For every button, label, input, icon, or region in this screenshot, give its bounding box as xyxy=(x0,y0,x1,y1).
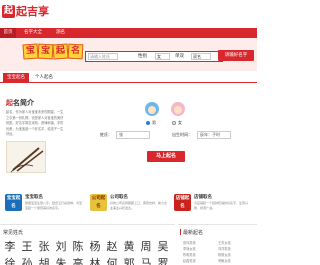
surname-field-label: 姓氏： xyxy=(100,132,112,137)
surname-link[interactable]: 徐 xyxy=(2,256,18,265)
surname-link[interactable]: 王 xyxy=(19,239,35,255)
gender-select[interactable]: 女 xyxy=(155,53,170,60)
main-nav: 首页 名字大全 测名 xyxy=(0,28,257,38)
card-title: 宝宝取名 xyxy=(25,195,43,200)
tab-bar: 宝宝起名 个人起名 xyxy=(0,71,257,83)
nav-item-home[interactable]: 首页 xyxy=(0,28,16,38)
intro-title: 起名简介 xyxy=(6,98,34,108)
hero-banner: 宝 宝 起 名 请输入姓氏 性别 女 单双 双名 请输好名字 xyxy=(0,38,257,71)
surname-link[interactable]: 周 xyxy=(138,239,154,255)
banner-tile: 宝 xyxy=(37,43,54,60)
surname-link[interactable]: 张 xyxy=(36,239,52,255)
surname-link[interactable]: 郭 xyxy=(121,256,137,265)
surname-link[interactable]: 孙 xyxy=(19,256,35,265)
latest-item[interactable]: 陈明男孩 xyxy=(183,253,196,257)
start-naming-button[interactable]: 马上起名 xyxy=(147,151,185,162)
boy-radio[interactable] xyxy=(146,121,150,125)
surname-link[interactable]: 黄 xyxy=(121,239,137,255)
feature-card-baby[interactable]: 宝宝起名 宝宝取名 根据宝宝生辰八字，结合五行喜用神，为宝宝起一个寓意美好的名字… xyxy=(3,191,86,217)
birth-field[interactable]: 辰年：子时 xyxy=(197,131,231,139)
card-desc: 根据宝宝生辰八字，结合五行喜用神，为宝宝起一个寓意美好的名字。 xyxy=(25,201,83,210)
company-naming-icon: 公司起名 xyxy=(90,194,107,211)
logo-icon[interactable]: 起 xyxy=(2,5,15,18)
intro-title-mark: 起 xyxy=(6,99,13,107)
girl-avatar-icon[interactable] xyxy=(171,102,185,116)
latest-title: 最新起名 xyxy=(183,230,204,236)
length-label: 单双 xyxy=(175,54,184,59)
banner-tile: 名 xyxy=(67,43,84,60)
boy-avatar-icon[interactable] xyxy=(145,102,159,116)
surname-link[interactable]: 胡 xyxy=(36,256,52,265)
latest-item[interactable]: 赵磊男孩 xyxy=(183,259,196,263)
nav-item-test[interactable]: 测名 xyxy=(56,28,65,38)
surname-link[interactable]: 吴 xyxy=(155,239,171,255)
surname-link[interactable]: 朱 xyxy=(53,256,69,265)
banner-tile: 宝 xyxy=(22,43,39,60)
surname-link[interactable]: 陈 xyxy=(70,239,86,255)
intro-panel: 起名简介 起名，作为家人对宝宝未来的期望，一生之中第一份礼物，也是家人对宝宝的美… xyxy=(3,96,67,174)
gender-label: 性别 xyxy=(138,54,147,59)
girl-radio[interactable] xyxy=(172,121,176,125)
latest-item[interactable]: 李静女孩 xyxy=(183,247,196,251)
intro-title-text: 名简介 xyxy=(13,99,34,107)
surname-link[interactable]: 刘 xyxy=(53,239,69,255)
section-marker xyxy=(180,229,181,235)
tab-baby-naming[interactable]: 宝宝起名 xyxy=(3,73,29,83)
banner-submit-button[interactable]: 请输好名字 xyxy=(218,50,254,61)
card-title: 公司取名 xyxy=(110,195,128,200)
common-surnames-panel: 常见姓氏 李 王 张 刘 陈 杨 赵 黄 周 吴 徐 孙 胡 朱 高 林 何 郭… xyxy=(0,224,175,265)
card-desc: 好的公司名称朗朗上口，寓意吉祥，助力企业事业兴旺发达。 xyxy=(110,201,168,210)
surname-link[interactable]: 李 xyxy=(2,239,18,255)
surname-link[interactable]: 何 xyxy=(104,256,120,265)
nav-item-names[interactable]: 名字大全 xyxy=(24,28,42,38)
boy-label: 男 xyxy=(152,120,156,125)
latest-item[interactable]: 张伟男孩 xyxy=(183,241,196,245)
latest-item[interactable]: 黄敏女孩 xyxy=(218,259,231,263)
surname-link[interactable]: 高 xyxy=(70,256,86,265)
latest-item[interactable]: 刘洋男孩 xyxy=(218,247,231,251)
tab-personal-naming[interactable]: 个人起名 xyxy=(31,73,57,83)
feature-card-company[interactable]: 公司起名 公司取名 好的公司名称朗朗上口，寓意吉祥，助力企业事业兴旺发达。 xyxy=(88,191,171,217)
surname-link[interactable]: 赵 xyxy=(104,239,120,255)
shop-naming-icon: 店铺起名 xyxy=(174,194,191,211)
surnames-title: 常见姓氏 xyxy=(3,230,24,236)
latest-item[interactable]: 王芳女孩 xyxy=(218,241,231,245)
birth-field-label: 出生时间： xyxy=(172,132,192,137)
logo-text[interactable]: 起吉享 xyxy=(16,5,49,18)
surname-field[interactable]: 张 xyxy=(116,131,150,139)
girl-label: 女 xyxy=(178,120,182,125)
top-bar: 起 起吉享 xyxy=(0,0,257,28)
intro-text: 起名，作为家人对宝宝未来的期望，一生之中第一份礼物，也是家人对宝宝的美好祝愿。好… xyxy=(6,110,64,137)
baby-naming-icon: 宝宝起名 xyxy=(5,194,22,211)
length-select[interactable]: 双名 xyxy=(191,53,211,60)
latest-names-panel: 最新起名 张伟男孩 王芳女孩 李静女孩 刘洋男孩 陈明男孩 杨丽女孩 赵磊男孩 … xyxy=(178,224,257,265)
banner-tile: 起 xyxy=(52,43,69,60)
card-title: 店铺取名 xyxy=(194,195,212,200)
card-desc: 为店铺起一个招财旺铺的好名字，生意兴隆，财源广进。 xyxy=(194,201,249,210)
surname-link[interactable]: 林 xyxy=(87,256,103,265)
surname-link[interactable]: 马 xyxy=(138,256,154,265)
brush-illustration xyxy=(6,141,46,173)
quick-name-form: 请输入姓氏 性别 女 单双 双名 xyxy=(85,51,223,62)
surname-input[interactable]: 请输入姓氏 xyxy=(88,53,118,60)
feature-card-shop[interactable]: 店铺起名 店铺取名 为店铺起一个招财旺铺的好名字，生意兴隆，财源广进。 xyxy=(172,191,255,217)
surname-link[interactable]: 杨 xyxy=(87,239,103,255)
latest-item[interactable]: 杨丽女孩 xyxy=(218,253,231,257)
surname-link[interactable]: 罗 xyxy=(155,256,171,265)
